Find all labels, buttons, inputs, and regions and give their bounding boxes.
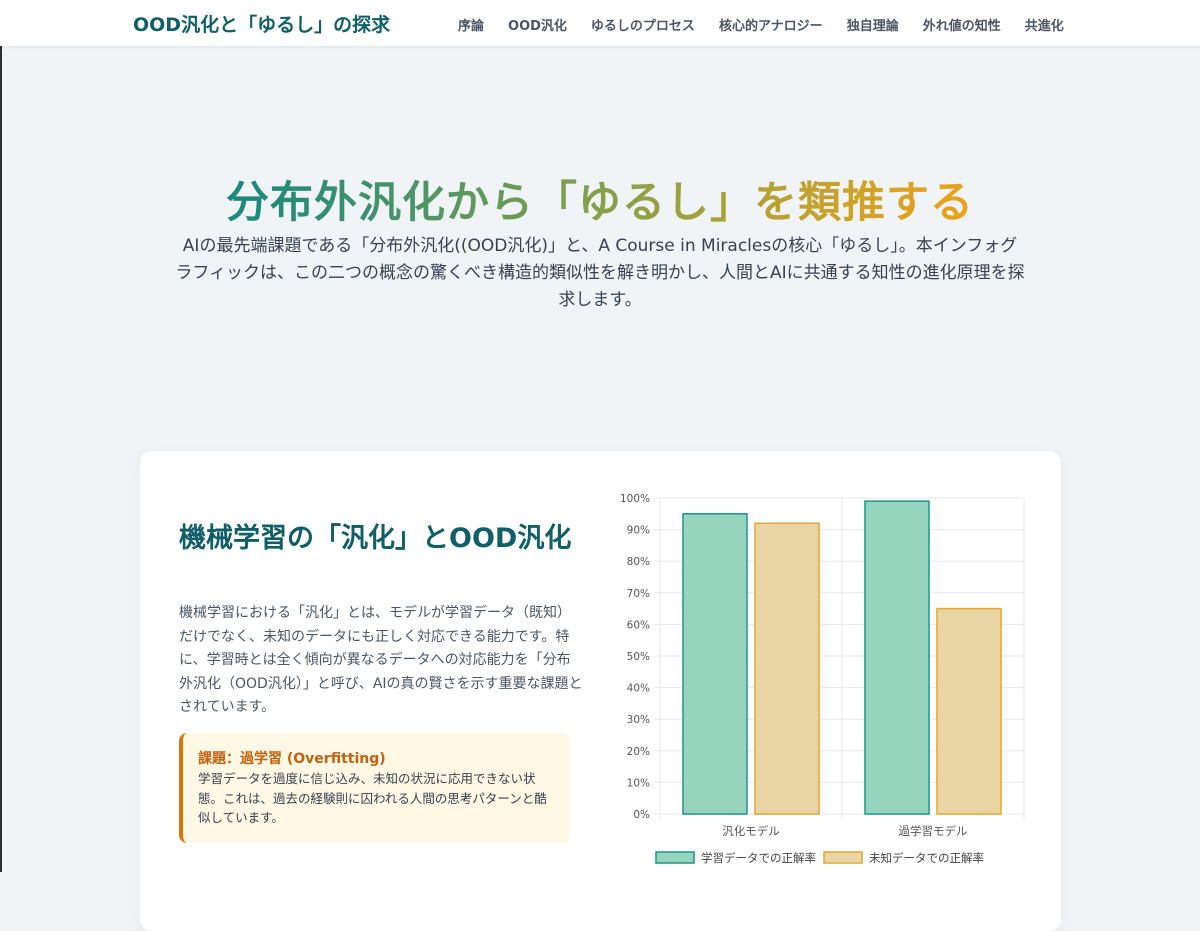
y-tick-label: 10% — [627, 777, 650, 789]
legend-swatch — [823, 851, 863, 864]
content-card: 機械学習の「汎化」とOOD汎化 機械学習における「汎化」とは、モデルが学習データ… — [140, 451, 1061, 931]
y-tick-label: 40% — [627, 683, 650, 695]
site-brand[interactable]: OOD汎化と「ゆるし」の探求 — [133, 10, 390, 37]
legend-label: 未知データでの正解率 — [869, 851, 984, 865]
section-title: 機械学習の「汎化」とOOD汎化 — [179, 523, 572, 554]
nav-link-outlier-intelligence[interactable]: 外れ値の知性 — [923, 15, 1001, 34]
overfitting-callout: 課題：過学習 (Overfitting) 学習データを過度に信じ込み、未知の状況… — [179, 733, 570, 843]
legend-label: 学習データでの正解率 — [701, 851, 816, 865]
y-tick-label: 0% — [633, 809, 650, 821]
y-tick-label: 50% — [627, 651, 650, 663]
bar-unseen — [754, 522, 820, 815]
nav-link-coevolution[interactable]: 共進化 — [1025, 15, 1064, 34]
bar-train — [864, 500, 930, 815]
legend-swatch — [655, 851, 695, 864]
y-tick-label: 60% — [627, 619, 650, 631]
y-tick-label: 30% — [627, 714, 650, 726]
callout-body: 学習データを過度に信じ込み、未知の状況に応用できない状態。これは、過去の経験則に… — [198, 771, 547, 825]
nav-link-original-theory[interactable]: 独自理論 — [847, 15, 899, 34]
callout-title: 課題：過学習 (Overfitting) — [198, 751, 386, 767]
hero-title: 分布外汎化から「ゆるし」を類推する — [0, 168, 1200, 230]
y-tick-label: 90% — [627, 525, 650, 537]
top-navbar: OOD汎化と「ゆるし」の探求 序論 OOD汎化 ゆるしのプロセス 核心的アナロジ… — [0, 0, 1200, 46]
accuracy-bar-chart: 0% 10% 20% 30% 40% 50% 60% 70% 80% 90% 100% 汎化モデル 過学… — [620, 493, 1025, 865]
y-tick-label: 100% — [620, 493, 650, 505]
nav-link-analogy[interactable]: 核心的アナロジー — [719, 15, 823, 34]
x-category-label: 汎化モデル — [722, 824, 780, 838]
section-body: 機械学習における「汎化」とは、モデルが学習データ（既知）だけでなく、未知のデータ… — [179, 605, 583, 715]
x-category-label: 過学習モデル — [899, 824, 968, 838]
bar-unseen — [936, 607, 1002, 815]
nav-link-ood[interactable]: OOD汎化 — [508, 15, 567, 34]
y-tick-label: 80% — [627, 556, 650, 568]
nav-link-intro[interactable]: 序論 — [458, 15, 484, 34]
y-tick-label: 70% — [627, 588, 650, 600]
y-tick-label: 20% — [627, 746, 650, 758]
nav-links: 序論 OOD汎化 ゆるしのプロセス 核心的アナロジー 独自理論 外れ値の知性 共… — [458, 15, 1064, 34]
bar-train — [682, 513, 748, 815]
nav-link-forgiveness-process[interactable]: ゆるしのプロセス — [591, 15, 695, 34]
hero-subtitle: AIの最先端課題である「分布外汎化((OOD汎化)」と、A Course in … — [175, 236, 1025, 310]
